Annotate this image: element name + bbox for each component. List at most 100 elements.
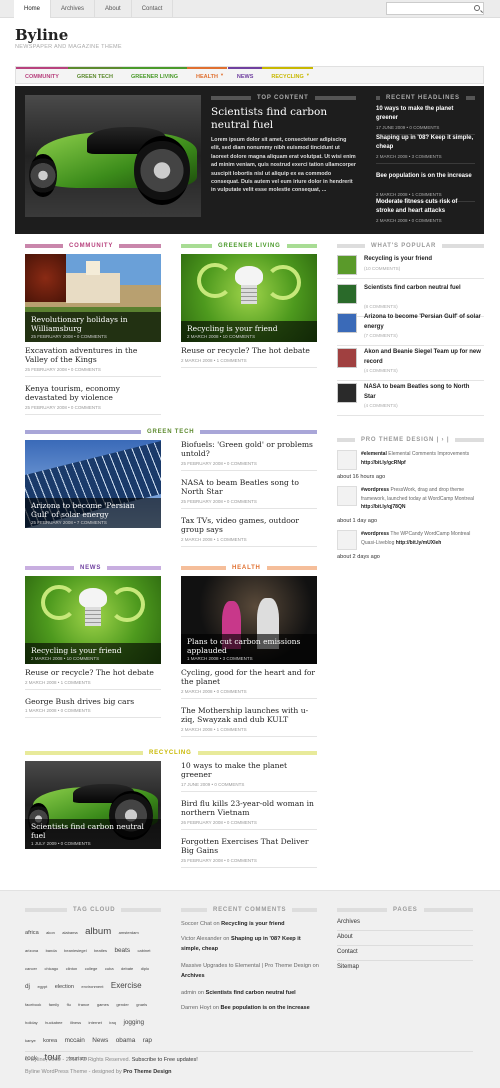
feature-caption-title[interactable]: Revolutionary holidays in Williamsburg (31, 315, 155, 333)
tag-link[interactable]: illness (70, 1020, 81, 1025)
tweet-link[interactable]: http://bit.ly/mUXleh (396, 540, 442, 546)
tag-link[interactable]: debate (121, 966, 133, 971)
popular-item[interactable]: Recycling is your friend (10 COMMENTS) (337, 255, 484, 285)
page-link-sitemap[interactable]: Sitemap (337, 964, 359, 970)
tag-link[interactable]: alabama (62, 930, 77, 935)
post-title[interactable]: Reuse or recycle? The hot debate (25, 668, 161, 677)
tag-link[interactable]: environment (81, 984, 103, 989)
tag-link[interactable]: amsterdam (119, 930, 139, 935)
topnav-about[interactable]: About (95, 0, 132, 18)
tag-link[interactable]: akon (46, 930, 55, 935)
tweet-hashtag[interactable]: #elemental (361, 451, 387, 457)
tag-link[interactable]: africa (25, 930, 39, 936)
post-title[interactable]: Forgotten Exercises That Deliver Big Gai… (181, 837, 317, 856)
tag-link[interactable]: banda (46, 948, 57, 953)
popular-item[interactable]: NASA to beam Beatles song to North Star(… (337, 383, 484, 413)
featured-image[interactable] (25, 95, 201, 217)
popular-thumb[interactable] (337, 255, 357, 275)
section-feature-image[interactable]: Revolutionary holidays in Williamsburg 25… (25, 254, 161, 342)
tag-link[interactable]: cuba (105, 966, 114, 971)
comment-post-link[interactable]: Recycling is your friend (221, 921, 284, 927)
popular-title[interactable]: Scientists find carbon neutral fuel (364, 284, 482, 294)
tag-link[interactable]: mccain (65, 1037, 85, 1044)
tag-link[interactable]: huckabee (45, 1020, 62, 1025)
tag-link[interactable]: holiday (25, 1020, 38, 1025)
feature-caption-title[interactable]: Scientists find carbon neutral fuel (31, 822, 155, 840)
tag-link[interactable]: cabinet (138, 948, 151, 953)
recent-headline-title[interactable]: Moderate fitness cuts risk of stroke and… (376, 198, 475, 217)
tag-link[interactable]: obama (116, 1037, 136, 1044)
topnav-contact[interactable]: Contact (132, 0, 174, 18)
tag-link[interactable]: beats (114, 947, 130, 954)
nav-greener-living[interactable]: GREENER LIVING (121, 67, 188, 83)
popular-thumb[interactable] (337, 348, 357, 368)
tweet-hashtag[interactable]: #wordpress (361, 531, 389, 537)
tag-link[interactable]: clinton (66, 966, 78, 971)
comment-author[interactable]: Massive Upgrades to Elemental | Pro Them… (181, 963, 311, 969)
nav-community[interactable]: COMMUNITY (16, 67, 68, 83)
section-feature-image[interactable]: Arizona to become 'Persian Gulf' of sola… (25, 440, 161, 528)
tag-link[interactable]: iraq (109, 1020, 116, 1025)
page-link-about[interactable]: About (337, 934, 353, 940)
post-title[interactable]: George Bush drives big cars (25, 697, 161, 706)
post-title[interactable]: The Mothership launches with u-ziq, Sway… (181, 706, 317, 725)
tag-link[interactable]: News (92, 1037, 108, 1044)
tag-link[interactable]: chicago (44, 966, 58, 971)
tag-link[interactable]: rap (143, 1037, 152, 1044)
page-link-archives[interactable]: Archives (337, 919, 360, 925)
tag-link[interactable]: internet (89, 1020, 102, 1025)
popular-item[interactable]: Akon and Beanie Siegel Team up for new r… (337, 348, 484, 378)
post-title[interactable]: Reuse or recycle? The hot debate (181, 346, 317, 355)
comment-author[interactable]: Soccer Chat (181, 921, 212, 927)
comment-author[interactable]: Darren Hoyt (181, 1005, 211, 1011)
post-title[interactable]: Excavation adventures in the Valley of t… (25, 346, 161, 365)
chevron-down-icon[interactable]: ▼ (306, 67, 310, 83)
recent-headline-title[interactable]: 10 ways to make the planet greener (376, 105, 475, 124)
post-title[interactable]: Tax TVs, video games, outdoor group says (181, 516, 317, 535)
nav-green-tech[interactable]: GREEN TECH (67, 67, 122, 83)
feature-caption-title[interactable]: Plans to cut carbon emissions applauded (187, 637, 311, 655)
section-feature-image[interactable]: Plans to cut carbon emissions applauded 1… (181, 576, 317, 664)
post-title[interactable]: Kenya tourism, economy devastated by vio… (25, 384, 161, 403)
section-feature-image[interactable]: Recycling is your friend 2 MARCH 2008 • 1… (181, 254, 317, 342)
tag-link[interactable]: facebook (25, 1002, 41, 1007)
recent-headline-title[interactable]: Shaping up in '08? Keep it simple, cheap (376, 134, 475, 153)
tag-link[interactable]: album (85, 926, 111, 937)
popular-title[interactable]: NASA to beam Beatles song to North Star (364, 383, 482, 402)
post-title[interactable]: Cycling, good for the heart and for the … (181, 668, 317, 687)
search-input[interactable] (386, 2, 484, 15)
topnav-home[interactable]: Home (14, 0, 52, 18)
tweet-link[interactable]: http://bit.ly/gcRNpf (361, 460, 406, 466)
popular-title[interactable]: Recycling is your friend (364, 255, 482, 265)
chevron-down-icon[interactable]: ▼ (220, 67, 224, 83)
credit-link[interactable]: Pro Theme Design (123, 1069, 171, 1075)
tag-link[interactable]: dj (25, 983, 30, 990)
tag-link[interactable]: games (97, 1002, 109, 1007)
popular-thumb[interactable] (337, 313, 357, 333)
tag-link[interactable]: election (55, 984, 74, 990)
tweet-hashtag[interactable]: #wordpress (361, 487, 389, 493)
tag-link[interactable]: Exercise (111, 981, 142, 990)
comment-post-link[interactable]: Bee population is on the increase (221, 1005, 310, 1011)
featured-title[interactable]: Scientists find carbon neutral fuel (211, 106, 356, 132)
tweet-link[interactable]: http://bit.ly/qj78QN (361, 504, 405, 510)
tag-link[interactable]: arizona (25, 948, 38, 953)
comment-post-link[interactable]: Scientists find carbon neutral fuel (206, 990, 296, 996)
nav-news[interactable]: NEWS (227, 67, 263, 83)
subscribe-link[interactable]: Subscribe to Free updates! (132, 1057, 198, 1063)
tag-link[interactable]: gender (116, 1002, 128, 1007)
popular-item[interactable]: Arizona to become 'Persian Gulf' of sola… (337, 313, 484, 343)
tag-link[interactable]: diplo (141, 966, 149, 971)
page-link-contact[interactable]: Contact (337, 949, 358, 955)
tag-link[interactable]: beaniesiegel (64, 948, 86, 953)
tag-link[interactable]: korea (43, 1038, 57, 1044)
comment-author[interactable]: admin (181, 990, 196, 996)
tag-link[interactable]: beatles (94, 948, 107, 953)
tag-link[interactable]: kanye (25, 1038, 36, 1043)
comment-author[interactable]: Victor Alexander (181, 936, 222, 942)
feature-caption-title[interactable]: Arizona to become 'Persian Gulf' of sola… (31, 501, 155, 519)
section-feature-image[interactable]: Recycling is your friend 2 MARCH 2008 • 1… (25, 576, 161, 664)
post-title[interactable]: Bird flu kills 23-year-old woman in nort… (181, 799, 317, 818)
recent-headline-title[interactable]: Bee population is on the increase (376, 172, 475, 181)
tag-link[interactable]: egypt (37, 984, 47, 989)
